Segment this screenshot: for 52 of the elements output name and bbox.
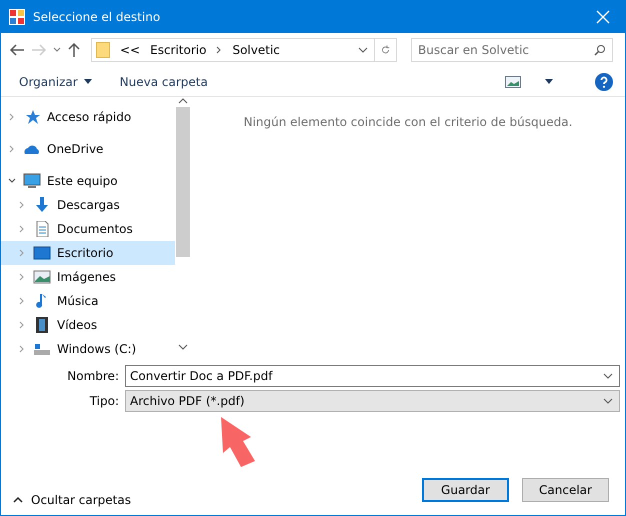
tree-item[interactable]: Música — [1, 289, 175, 313]
organize-menu[interactable]: Organizar — [19, 74, 92, 88]
tree-item[interactable]: Vídeos — [1, 313, 175, 337]
tree-item[interactable]: Windows (C:) — [1, 337, 175, 361]
back-button[interactable] — [9, 43, 25, 57]
breadcrumb[interactable]: Escritorio — [150, 43, 206, 57]
drive-icon — [33, 341, 51, 357]
file-name-field[interactable]: Convertir Doc a PDF.pdf — [125, 365, 620, 387]
close-icon — [596, 10, 610, 24]
chevron-down-icon[interactable] — [358, 45, 368, 55]
tree-item[interactable]: Este equipo — [1, 169, 175, 193]
dialog-button[interactable]: Guardar — [422, 478, 509, 502]
file-type-dropdown[interactable]: Archivo PDF (*.pdf) — [125, 390, 620, 412]
up-button[interactable] — [67, 42, 81, 58]
empty-message: Ningún elemento coincide con el criterio de búsqueda. — [244, 115, 572, 131]
address-bar[interactable]: << Escritorio Solvetic — [91, 38, 397, 62]
field-label: Nombre: — [66, 369, 119, 383]
tree-item[interactable]: Acceso rápido — [1, 105, 175, 129]
desktop-icon — [33, 245, 51, 261]
view-menu[interactable] — [505, 76, 553, 88]
image-icon — [505, 76, 521, 88]
chevron-down-icon[interactable] — [603, 397, 613, 405]
refresh-icon — [381, 44, 390, 56]
image-icon — [33, 269, 51, 285]
search-field[interactable]: Buscar en Solvetic — [411, 38, 613, 62]
new-folder-button[interactable]: Nueva carpeta — [120, 74, 208, 88]
tree-item[interactable]: Descargas — [1, 193, 175, 217]
overflow-chevron[interactable]: << — [120, 43, 140, 57]
chevron-up-icon — [13, 496, 23, 504]
recent-dropdown-button[interactable] — [53, 46, 61, 54]
caret-icon — [545, 79, 553, 84]
chevron-down-icon[interactable] — [603, 372, 613, 380]
film-icon — [33, 317, 51, 333]
tree-item[interactable]: Imágenes — [1, 265, 175, 289]
search-icon — [594, 44, 606, 56]
hide-folders-button[interactable]: Ocultar carpetas — [13, 493, 131, 507]
caret-icon — [84, 79, 92, 84]
scroll-up-icon[interactable] — [178, 97, 188, 105]
app-icon — [9, 9, 25, 25]
dialog-button[interactable]: Cancelar — [522, 478, 609, 502]
download-arrow-icon — [33, 197, 51, 213]
tree-item[interactable]: Escritorio — [1, 241, 175, 265]
scroll-down-icon[interactable] — [178, 343, 188, 351]
tree-item[interactable]: OneDrive — [1, 137, 175, 161]
folder-icon — [96, 42, 110, 58]
help-icon[interactable] — [595, 72, 613, 90]
breadcrumb[interactable]: Solvetic — [232, 43, 280, 57]
breadcrumb-separator-icon — [216, 46, 222, 54]
field-label: Tipo: — [88, 394, 119, 408]
window-title: Seleccione el destino — [33, 10, 162, 24]
tree-item[interactable]: Documentos — [1, 217, 175, 241]
monitor-icon — [23, 173, 41, 189]
